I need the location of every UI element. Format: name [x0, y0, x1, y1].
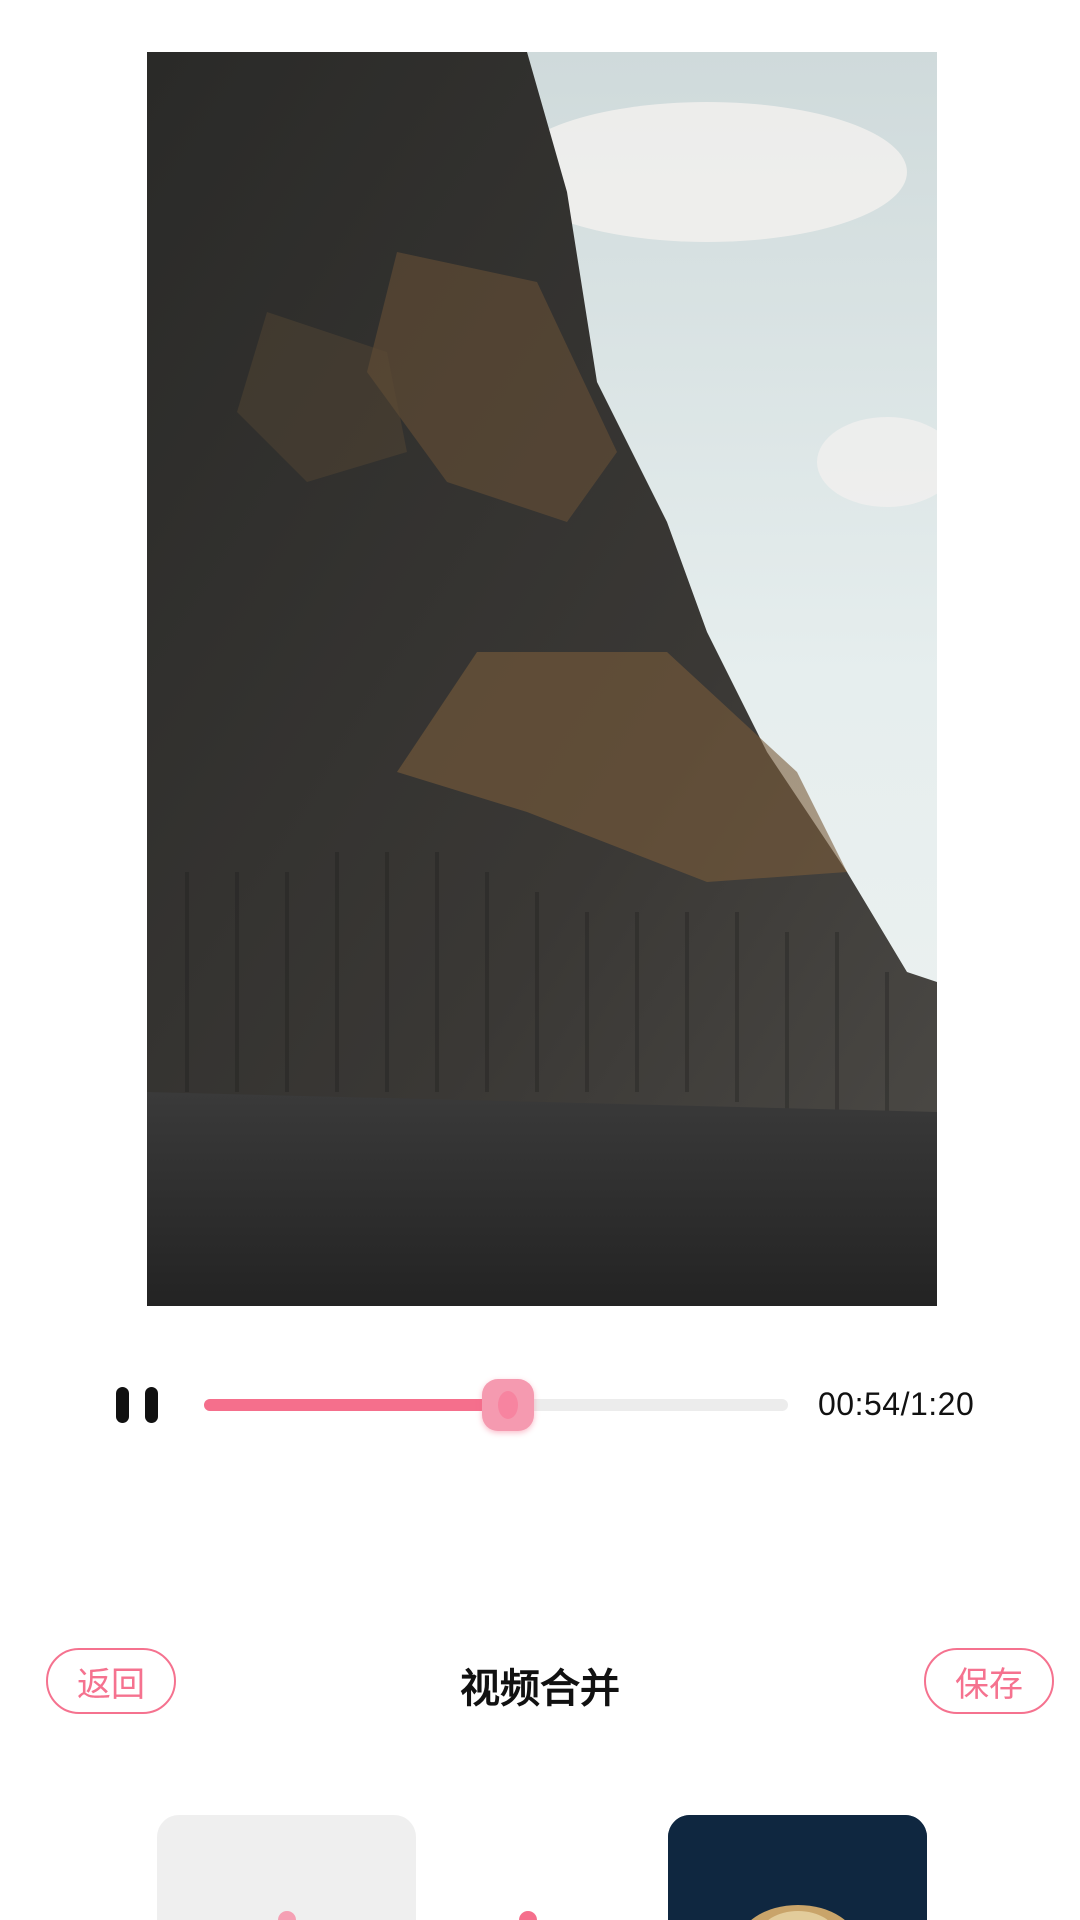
progress-slider[interactable]	[204, 1379, 788, 1431]
save-button[interactable]: 保存	[924, 1648, 1054, 1714]
page-title: 视频合并	[460, 1666, 620, 1712]
progress-thumb[interactable]	[481, 1379, 534, 1431]
pause-button[interactable]	[116, 1385, 158, 1425]
time-display: 00:54/1:20	[818, 1386, 975, 1422]
pause-icon	[116, 1387, 129, 1423]
bottom-toolbar: 返回 视频合并 保存	[0, 1648, 1080, 1720]
clip-slot-empty[interactable]	[157, 1815, 416, 1920]
clip-strip	[0, 1815, 1080, 1920]
clip-thumbnail[interactable]	[668, 1815, 927, 1920]
clip-thumbnail-image	[668, 1815, 927, 1920]
playback-controls: 00:54/1:20	[0, 1370, 1080, 1440]
progress-fill	[204, 1399, 508, 1411]
video-frame-image	[147, 52, 937, 1306]
video-preview[interactable]	[147, 52, 937, 1306]
add-clip-icon	[278, 1911, 296, 1920]
merge-icon	[519, 1911, 537, 1920]
